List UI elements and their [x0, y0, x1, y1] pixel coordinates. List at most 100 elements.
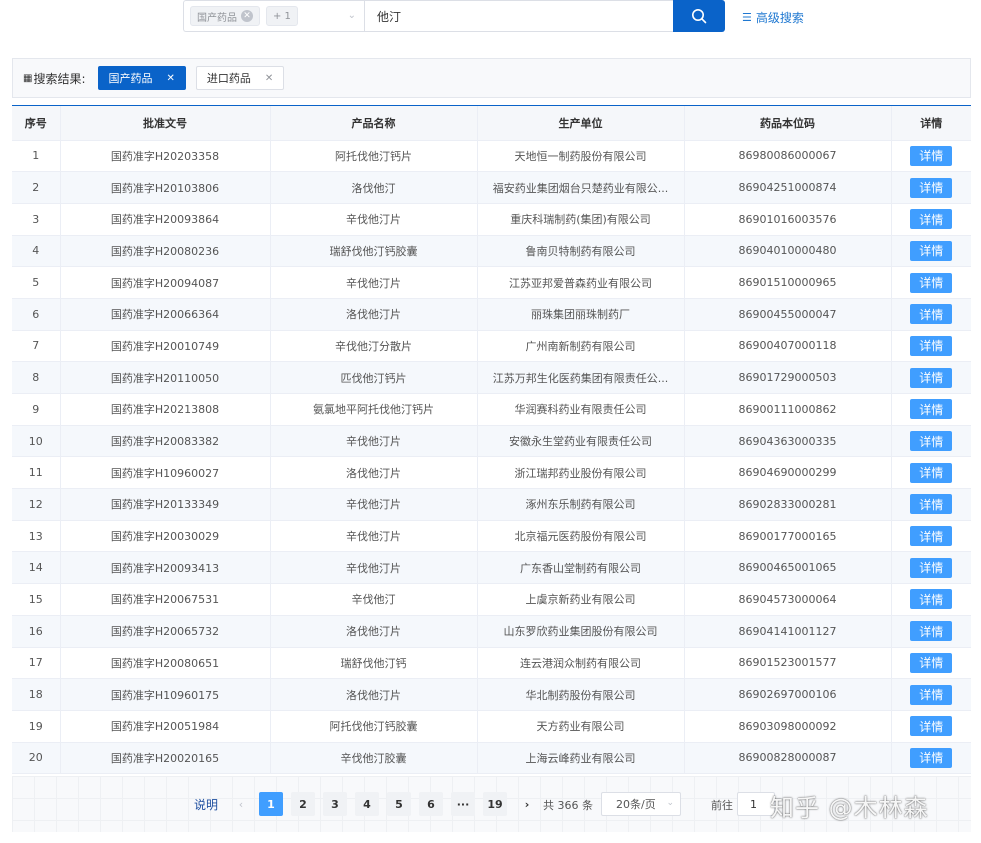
- filter-tag-imported[interactable]: 进口药品 ✕: [195, 66, 285, 90]
- cell-manufacturer: 鲁南贝特制药有限公司: [477, 235, 685, 268]
- page-3[interactable]: 3: [323, 792, 347, 816]
- cell-index: 7: [12, 330, 61, 363]
- detail-button[interactable]: 详情: [910, 494, 953, 515]
- detail-button[interactable]: 详情: [910, 557, 953, 578]
- cell-manufacturer: 华北制药股份有限公司: [477, 678, 685, 711]
- cell-product-name: 瑞舒伐他汀钙胶囊: [270, 235, 478, 268]
- cell-detail: 详情: [891, 330, 971, 363]
- cell-manufacturer: 广东香山堂制药有限公司: [477, 551, 685, 585]
- explain-link[interactable]: 说明: [194, 796, 218, 813]
- keyword-input[interactable]: [364, 0, 673, 32]
- cell-drug-code: 86900407000118: [684, 330, 892, 363]
- detail-button[interactable]: 详情: [910, 589, 953, 610]
- header-product-name: 产品名称: [270, 106, 478, 141]
- cell-approval-no: 国药准字H20080236: [60, 235, 271, 268]
- cell-index: 2: [12, 171, 61, 204]
- page-6[interactable]: 6: [419, 792, 443, 816]
- detail-button[interactable]: 详情: [910, 335, 953, 356]
- detail-button[interactable]: 详情: [910, 145, 953, 166]
- detail-button[interactable]: 详情: [910, 304, 953, 325]
- cell-approval-no: 国药准字H20083382: [60, 425, 271, 458]
- cell-manufacturer: 江苏万邦生化医药集团有限责任公...: [477, 361, 685, 394]
- cell-index: 13: [12, 520, 61, 553]
- cell-manufacturer: 上虞京新药业有限公司: [477, 583, 685, 616]
- detail-button[interactable]: 详情: [910, 240, 953, 261]
- cell-product-name: 洛伐他汀片: [270, 678, 478, 711]
- drug-type-select[interactable]: 国产药品 ✕ + 1 ⌄: [183, 0, 364, 32]
- cell-manufacturer: 安徽永生堂药业有限责任公司: [477, 425, 685, 458]
- chip-close-icon[interactable]: ✕: [241, 10, 253, 22]
- search-button[interactable]: [673, 0, 725, 32]
- cell-approval-no: 国药准字H20080651: [60, 647, 271, 680]
- advanced-search-link[interactable]: ☰ 高级搜索: [742, 9, 804, 26]
- cell-manufacturer: 上海云峰药业有限公司: [477, 742, 685, 775]
- cell-index: 4: [12, 235, 61, 268]
- cell-detail: 详情: [891, 266, 971, 299]
- cell-index: 9: [12, 393, 61, 426]
- cell-drug-code: 86900455000047: [684, 298, 892, 331]
- page-19[interactable]: 19: [483, 792, 507, 816]
- detail-button[interactable]: 详情: [910, 272, 953, 293]
- cell-index: 15: [12, 583, 61, 616]
- cell-approval-no: 国药准字H20066364: [60, 298, 271, 331]
- cell-approval-no: 国药准字H10960027: [60, 456, 271, 490]
- table-row: 20 国药准字H20020165 辛伐他汀胶囊 上海云峰药业有限公司 869008280…: [12, 742, 971, 775]
- cell-product-name: 辛伐他汀片: [270, 425, 478, 458]
- page-ellipsis[interactable]: ···: [451, 792, 475, 816]
- cell-approval-no: 国药准字H20094087: [60, 266, 271, 299]
- header-drug-code: 药品本位码: [684, 106, 892, 141]
- page-5[interactable]: 5: [387, 792, 411, 816]
- detail-button[interactable]: 详情: [910, 652, 953, 673]
- detail-button[interactable]: 详情: [910, 621, 953, 642]
- cell-drug-code: 86904251000874: [684, 171, 892, 204]
- detail-button[interactable]: 详情: [910, 747, 953, 768]
- cell-manufacturer: 重庆科瑞制药(集团)有限公司: [477, 203, 685, 236]
- next-page-button[interactable]: ›: [515, 792, 539, 816]
- cell-index: 6: [12, 298, 61, 331]
- close-icon[interactable]: ✕: [167, 73, 175, 84]
- search-bar: 国产药品 ✕ + 1 ⌄: [183, 0, 725, 32]
- close-icon[interactable]: ✕: [265, 73, 273, 84]
- table-row: 10 国药准字H20083382 辛伐他汀片 安徽永生堂药业有限责任公司 8690436…: [12, 425, 971, 458]
- cell-product-name: 洛伐他汀片: [270, 615, 478, 648]
- page-size-select[interactable]: 20条/页 ⌄: [601, 792, 681, 816]
- detail-button[interactable]: 详情: [910, 716, 953, 737]
- page-1[interactable]: 1: [259, 792, 283, 816]
- results-table: 序号 批准文号 产品名称 生产单位 药品本位码 详情 1 国药准字H2020335…: [12, 105, 971, 775]
- cell-product-name: 阿托伐他汀钙片: [270, 140, 478, 173]
- detail-button[interactable]: 详情: [910, 177, 953, 198]
- cell-manufacturer: 福安药业集团烟台只楚药业有限公...: [477, 171, 685, 204]
- detail-button[interactable]: 详情: [910, 399, 953, 420]
- detail-button[interactable]: 详情: [910, 431, 953, 452]
- cell-detail: 详情: [891, 742, 971, 775]
- cell-index: 12: [12, 488, 61, 521]
- cell-manufacturer: 山东罗欣药业集团股份有限公司: [477, 615, 685, 648]
- grid-icon: ▦: [23, 72, 33, 84]
- result-label-text: 搜索结果:: [33, 71, 86, 86]
- cell-drug-code: 86903098000092: [684, 710, 892, 743]
- more-chip: + 1: [266, 6, 298, 26]
- prev-page-button[interactable]: ‹: [229, 792, 253, 816]
- detail-button[interactable]: 详情: [910, 367, 953, 388]
- filter-tag-domestic[interactable]: 国产药品 ✕: [97, 66, 186, 90]
- header-index: 序号: [12, 106, 61, 141]
- cell-approval-no: 国药准字H20065732: [60, 615, 271, 648]
- cell-index: 10: [12, 425, 61, 458]
- cell-index: 8: [12, 361, 61, 394]
- cell-detail: 详情: [891, 647, 971, 680]
- cell-drug-code: 86904010000480: [684, 235, 892, 268]
- page-2[interactable]: 2: [291, 792, 315, 816]
- cell-drug-code: 86900177000165: [684, 520, 892, 553]
- header-manufacturer: 生产单位: [477, 106, 685, 141]
- detail-button[interactable]: 详情: [910, 684, 953, 705]
- table-row: 4 国药准字H20080236 瑞舒伐他汀钙胶囊 鲁南贝特制药有限公司 86904010…: [12, 235, 971, 268]
- detail-button[interactable]: 详情: [910, 209, 953, 230]
- table-header-row: 序号 批准文号 产品名称 生产单位 药品本位码 详情: [12, 106, 971, 141]
- cell-drug-code: 86904573000064: [684, 583, 892, 616]
- cell-product-name: 辛伐他汀片: [270, 551, 478, 585]
- cell-product-name: 辛伐他汀分散片: [270, 330, 478, 363]
- detail-button[interactable]: 详情: [910, 462, 953, 483]
- cell-index: 20: [12, 742, 61, 775]
- page-4[interactable]: 4: [355, 792, 379, 816]
- detail-button[interactable]: 详情: [910, 526, 953, 547]
